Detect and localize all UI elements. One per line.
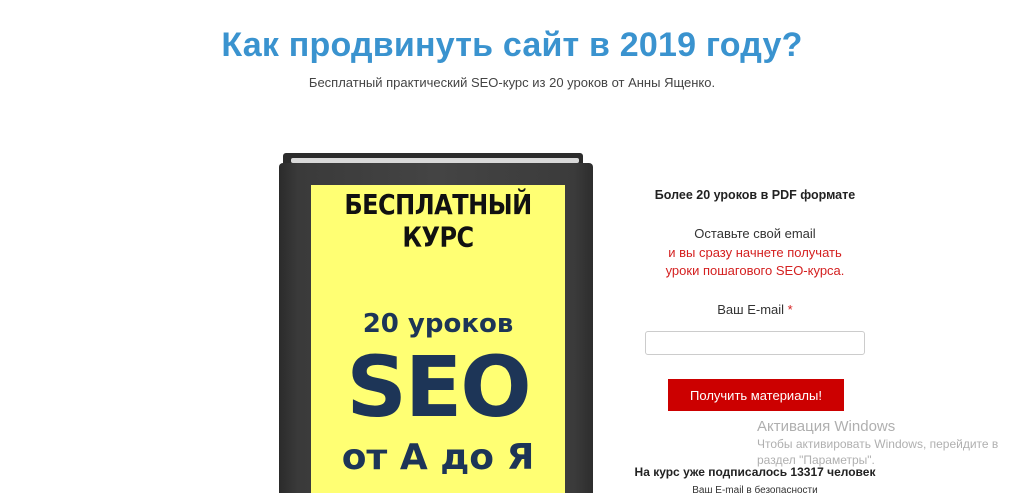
windows-activation-line1: Чтобы активировать Windows, перейдите в [757, 437, 999, 451]
windows-activation-title: Активация Windows [757, 418, 896, 435]
required-marker: * [787, 302, 793, 317]
promise-text-line2: уроки пошагового SEO-курса. [665, 263, 845, 278]
get-materials-button[interactable]: Получить материалы! [668, 379, 844, 411]
windows-activation-line2: раздел "Параметры". [757, 453, 875, 467]
book-cover: БЕСПЛАТНЫЙ КУРС 20 уроков SEO от А до Я [279, 163, 593, 493]
email-input[interactable] [645, 331, 865, 355]
email-safety-note: Ваш E-mail в безопасности [692, 485, 818, 493]
subscriber-count-text: На курс уже подписалось 13317 человек [634, 465, 876, 479]
book-seo-title: SEO [346, 338, 531, 436]
landing-page: Как продвинуть сайт в 2019 году? Бесплат… [0, 0, 1024, 493]
book-cover-image: БЕСПЛАТНЫЙ КУРС 20 уроков SEO от А до Я [279, 153, 594, 493]
book-cover-panel: БЕСПЛАТНЫЙ КУРС 20 уроков SEO от А до Я [311, 185, 565, 493]
email-field-label: Ваш E-mail * [630, 302, 880, 317]
page-title: Как продвинуть сайт в 2019 году? [221, 26, 803, 64]
promise-text-line1: и вы сразу начнете получать [668, 245, 842, 260]
book-lessons-count: 20 уроков [362, 309, 514, 339]
book-heading: БЕСПЛАТНЫЙ КУРС [344, 188, 532, 254]
book-a-to-z: от А до Я [341, 437, 535, 478]
email-label-text: Ваш E-mail [717, 302, 785, 317]
page-subtitle: Бесплатный практический SEO-курс из 20 у… [308, 75, 716, 90]
pdf-lessons-heading: Более 20 уроков в PDF формате [654, 188, 856, 202]
leave-email-text: Оставьте свой email [694, 226, 816, 241]
